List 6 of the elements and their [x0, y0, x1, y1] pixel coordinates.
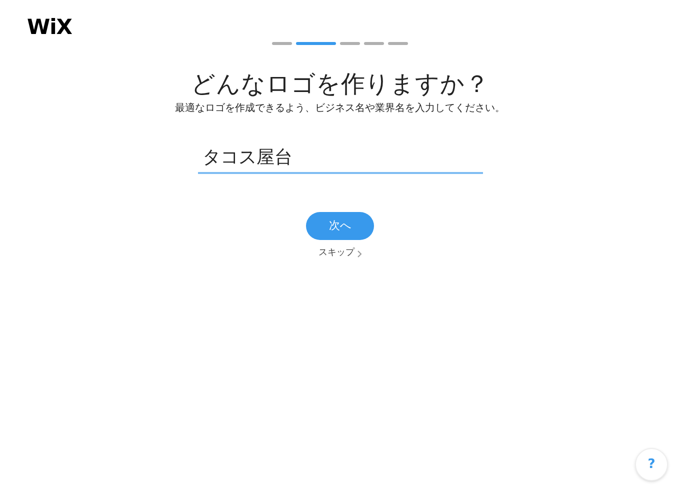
chevron-right-icon — [356, 250, 362, 258]
skip-link[interactable]: スキップ — [318, 247, 354, 260]
business-name-field[interactable]: タコス屋台 — [198, 142, 482, 174]
subtitle: 最適なロゴを作成できるよう、ビジネス名や業界名を入力してください。 — [175, 102, 505, 116]
page-title: どんなロゴを作りますか？ — [191, 69, 489, 100]
logo: WiX — [27, 15, 72, 39]
